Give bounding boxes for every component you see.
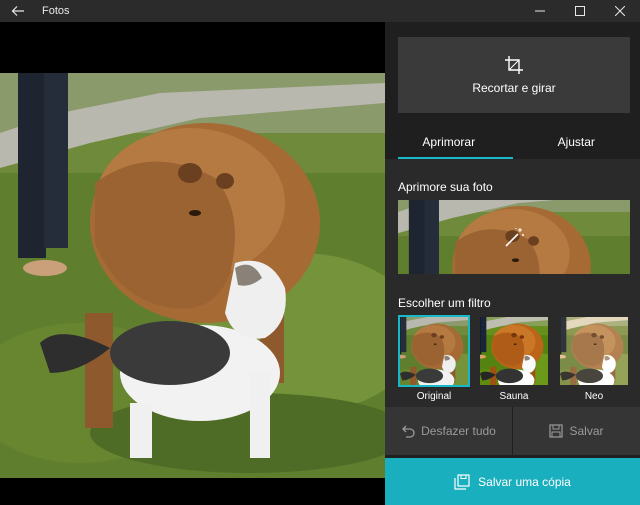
filter-thumbnail	[558, 315, 630, 387]
filter-title: Escolher um filtro	[398, 296, 491, 310]
minimize-icon	[535, 10, 545, 12]
title-bar: Fotos	[0, 0, 640, 22]
filter-label: Original	[416, 391, 452, 402]
filter-thumbnail	[478, 315, 550, 387]
enhance-photo-button[interactable]	[398, 200, 630, 274]
undo-all-button[interactable]: Desfazer tudo	[385, 407, 512, 455]
enhance-title: Aprimore sua foto	[398, 180, 493, 194]
tab-ajustar[interactable]: Ajustar	[513, 125, 640, 159]
tab-aprimorar[interactable]: Aprimorar	[385, 125, 513, 159]
save-icon	[549, 424, 564, 438]
filter-label: Sauna	[499, 391, 529, 402]
magic-wand-icon	[505, 228, 524, 247]
filter-sauna[interactable]: Sauna	[478, 315, 550, 402]
close-icon	[615, 6, 625, 16]
maximize-button[interactable]	[560, 0, 600, 22]
edit-panel: Recortar e girar Aprimorar Ajustar Aprim…	[385, 22, 640, 505]
filter-neo[interactable]: Neo	[558, 315, 630, 402]
save-copy-icon	[454, 473, 470, 490]
filter-thumbnail	[398, 315, 470, 387]
back-arrow-icon	[11, 6, 24, 16]
save-copy-label: Salvar uma cópia	[478, 474, 571, 489]
undo-icon	[402, 425, 415, 438]
maximize-icon	[575, 6, 585, 16]
save-button[interactable]: Salvar	[513, 407, 640, 455]
undo-all-label: Desfazer tudo	[421, 424, 496, 438]
edit-tabs: Aprimorar Ajustar	[385, 125, 640, 159]
app-title: Fotos	[42, 5, 70, 17]
save-label: Salvar	[569, 424, 604, 438]
edited-photo[interactable]	[0, 73, 385, 478]
action-bar: Desfazer tudo Salvar	[385, 407, 640, 457]
photo-canvas	[0, 22, 385, 505]
back-button[interactable]	[0, 0, 36, 22]
crop-rotate-label: Recortar e girar	[472, 81, 556, 95]
minimize-button[interactable]	[520, 0, 560, 22]
crop-icon	[505, 56, 523, 74]
crop-rotate-button[interactable]: Recortar e girar	[398, 37, 630, 113]
window-controls	[520, 0, 640, 22]
filter-list: Original Sauna Neo	[398, 315, 630, 402]
filter-label: Neo	[584, 391, 604, 402]
save-copy-button[interactable]: Salvar uma cópia	[385, 458, 640, 505]
filter-original[interactable]: Original	[398, 315, 470, 402]
close-button[interactable]	[600, 0, 640, 22]
